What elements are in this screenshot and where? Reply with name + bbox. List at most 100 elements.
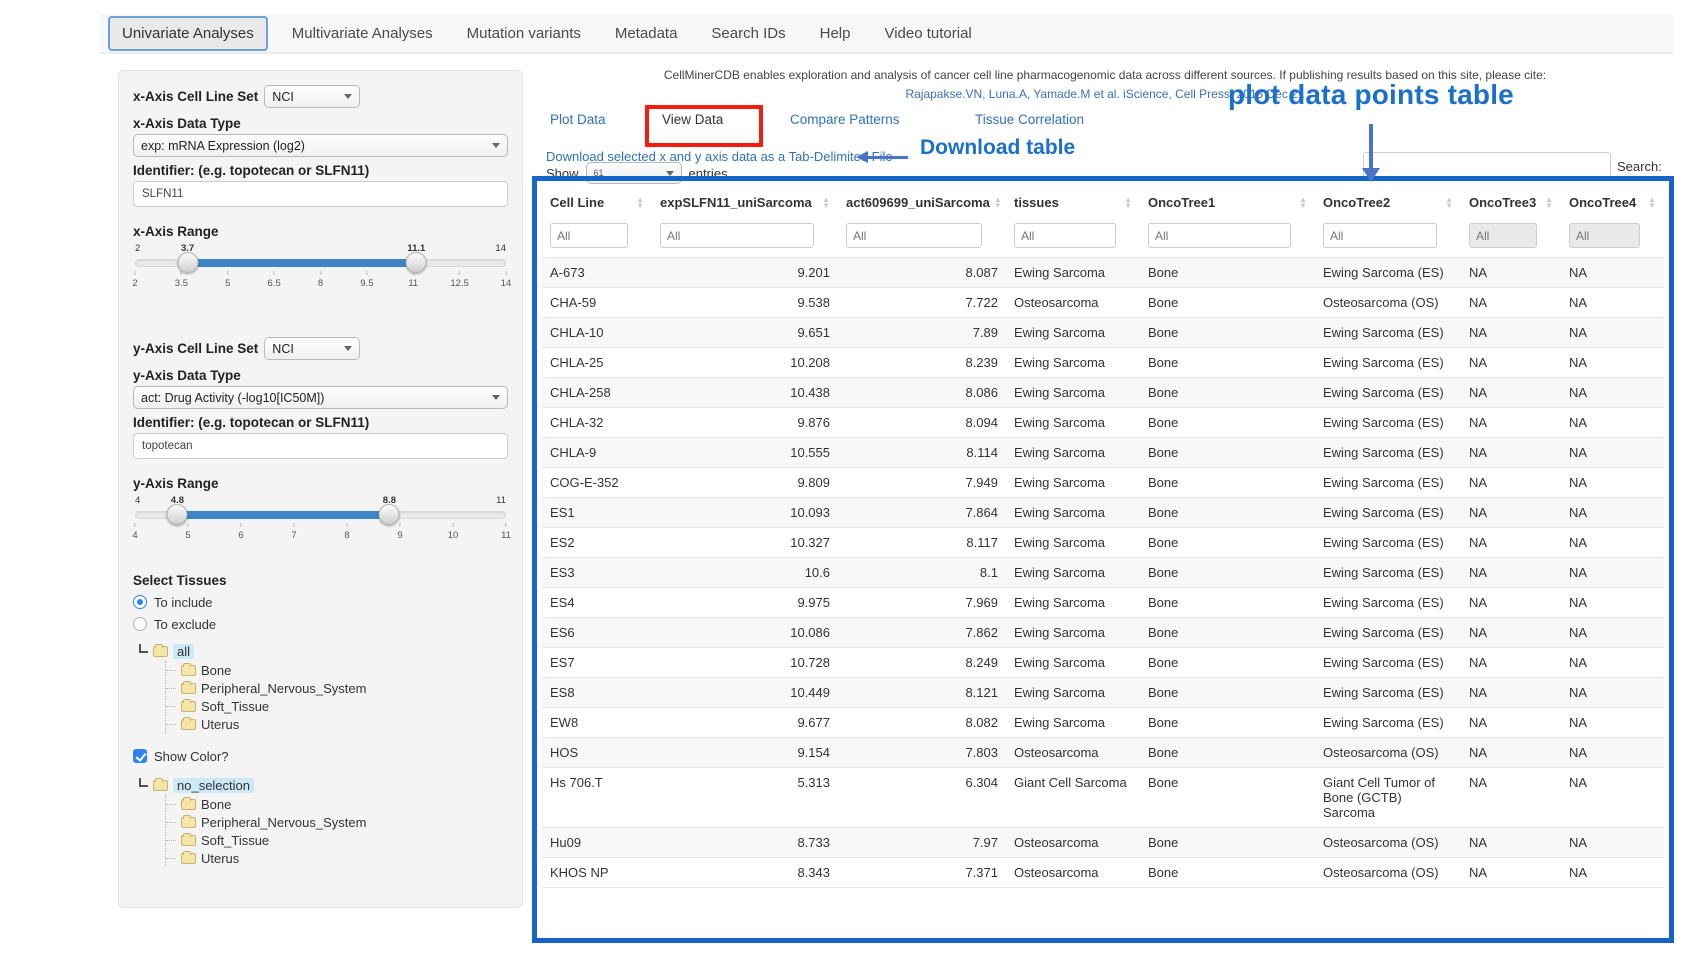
table-cell: 9.876 [652, 408, 838, 438]
table-cell: Ewing Sarcoma (ES) [1315, 558, 1461, 588]
filter-input-act609699_unisarcoma[interactable] [846, 223, 982, 248]
table-cell: Hs 706.T [542, 768, 652, 828]
tree-item-uterus[interactable]: Uterus [166, 849, 508, 867]
search-input[interactable] [1363, 152, 1611, 179]
slider-handle-low[interactable] [177, 252, 198, 273]
table-row: CHLA-329.8768.094Ewing SarcomaBoneEwing … [542, 408, 1664, 438]
folder-icon [181, 701, 196, 712]
sort-icon: ▲▼ [1124, 197, 1132, 209]
column-header-expslfn11_unisarcoma[interactable]: expSLFN11_uniSarcoma▲▼ [652, 186, 838, 218]
column-header-oncotree2[interactable]: OncoTree2▲▼ [1315, 186, 1461, 218]
tree-item-uterus[interactable]: Uterus [166, 715, 508, 733]
table-cell: 7.89 [838, 318, 1006, 348]
tree-root[interactable]: no_selection [139, 775, 508, 795]
filter-input-cell-line[interactable] [550, 223, 628, 248]
tab-plot-data[interactable]: Plot Data [550, 112, 606, 127]
slider-handle-high[interactable] [379, 504, 400, 525]
column-header-oncotree3[interactable]: OncoTree3▲▼ [1461, 186, 1561, 218]
column-header-oncotree1[interactable]: OncoTree1▲▼ [1140, 186, 1315, 218]
y-range-label: y-Axis Range [133, 476, 508, 491]
slider-ticks: 4567891011 [135, 523, 506, 547]
radio-to-include[interactable]: To include [133, 591, 508, 613]
filter-input-expslfn11_unisarcoma[interactable] [660, 223, 814, 248]
filter-input-oncotree2[interactable] [1323, 223, 1437, 248]
tree-item-bone[interactable]: Bone [166, 795, 508, 813]
nav-tab-search-ids[interactable]: Search IDs [701, 17, 795, 50]
slider-handle-low[interactable] [167, 504, 188, 525]
table-cell: Ewing Sarcoma [1006, 498, 1140, 528]
nav-tab-multivariate-analyses[interactable]: Multivariate Analyses [282, 17, 443, 50]
table-cell: Ewing Sarcoma [1006, 348, 1140, 378]
table-cell: 8.343 [652, 858, 838, 888]
table-cell: NA [1561, 858, 1664, 888]
table-cell: KHOS NP [542, 858, 652, 888]
table-cell: Ewing Sarcoma (ES) [1315, 618, 1461, 648]
table-cell: 8.087 [838, 258, 1006, 288]
nav-tab-video-tutorial[interactable]: Video tutorial [874, 17, 981, 50]
nav-tab-mutation-variants[interactable]: Mutation variants [457, 17, 591, 50]
x-axis-set-select[interactable]: NCI [264, 85, 360, 108]
tree-root[interactable]: all [139, 641, 508, 661]
tab-tissue-correlation[interactable]: Tissue Correlation [975, 112, 1084, 127]
column-header-oncotree4[interactable]: OncoTree4▲▼ [1561, 186, 1664, 218]
column-header-tissues[interactable]: tissues▲▼ [1006, 186, 1140, 218]
column-header-cell-line[interactable]: Cell Line▲▼ [542, 186, 652, 218]
table-cell: Ewing Sarcoma (ES) [1315, 258, 1461, 288]
table-cell: NA [1561, 588, 1664, 618]
tree-item-peripheral_nervous_system[interactable]: Peripheral_Nervous_System [166, 679, 508, 697]
y-axis-range-slider[interactable]: 4114.88.84567891011 [135, 495, 506, 553]
tree-item-bone[interactable]: Bone [166, 661, 508, 679]
table-cell: ES8 [542, 678, 652, 708]
nav-tab-metadata[interactable]: Metadata [605, 17, 688, 50]
radio-to-exclude[interactable]: To exclude [133, 613, 508, 635]
y-axis-set-select[interactable]: NCI [264, 337, 360, 360]
tree-expand-icon[interactable] [139, 778, 148, 787]
tree-children: BonePeripheral_Nervous_SystemSoft_Tissue… [165, 795, 508, 867]
filter-input-oncotree1[interactable] [1148, 223, 1291, 248]
x-axis-type-select[interactable]: exp: mRNA Expression (log2) [133, 134, 508, 157]
table-cell: ES6 [542, 618, 652, 648]
table-cell: Bone [1140, 498, 1315, 528]
radio-to-exclude-label: To exclude [154, 617, 216, 632]
x-identifier-input[interactable] [133, 181, 508, 207]
tree-item-peripheral_nervous_system[interactable]: Peripheral_Nervous_System [166, 813, 508, 831]
table-cell: Bone [1140, 708, 1315, 738]
tree-expand-icon[interactable] [139, 644, 148, 653]
folder-icon [181, 817, 196, 828]
slider-tick: 14 [501, 271, 512, 289]
top-navbar: Univariate Analyses Multivariate Analyses… [100, 14, 1673, 54]
entries-select[interactable]: 61 [586, 162, 682, 184]
slider-handle-high[interactable] [406, 252, 427, 273]
plot-data-points-table-annotation: plot data points table [1228, 79, 1514, 111]
show-color-checkbox[interactable]: Show Color? [133, 745, 508, 767]
tree-item-soft_tissue[interactable]: Soft_Tissue [166, 831, 508, 849]
filter-input-tissues[interactable] [1014, 223, 1116, 248]
table-cell: CHA-59 [542, 288, 652, 318]
table-cell: 8.114 [838, 438, 1006, 468]
x-axis-type-value: exp: mRNA Expression (log2) [141, 139, 305, 153]
table-cell: 10.327 [652, 528, 838, 558]
table-cell: Giant Cell Sarcoma [1006, 768, 1140, 828]
table-cell: Bone [1140, 858, 1315, 888]
table-cell: COG-E-352 [542, 468, 652, 498]
radio-icon [133, 617, 147, 631]
table-cell: NA [1461, 678, 1561, 708]
table-row: ES110.0937.864Ewing SarcomaBoneEwing Sar… [542, 498, 1664, 528]
y-axis-type-select[interactable]: act: Drug Activity (-log10[IC50M]) [133, 386, 508, 409]
nav-tab-univariate-analyses[interactable]: Univariate Analyses [108, 16, 268, 51]
tab-view-data[interactable]: View Data [662, 112, 723, 127]
column-header-act609699_unisarcoma[interactable]: act609699_uniSarcoma▲▼ [838, 186, 1006, 218]
slider-tick: 6 [238, 523, 243, 541]
table-cell: NA [1461, 738, 1561, 768]
table-cell: 8.121 [838, 678, 1006, 708]
y-identifier-input[interactable] [133, 433, 508, 459]
tab-compare-patterns[interactable]: Compare Patterns [790, 112, 900, 127]
nav-tab-help[interactable]: Help [810, 17, 861, 50]
x-axis-range-slider[interactable]: 2143.711.123.556.589.51112.514 [135, 243, 506, 301]
sort-icon: ▲▼ [1445, 197, 1453, 209]
slider-tick: 5 [225, 271, 230, 289]
slider-tick: 9.5 [360, 271, 373, 289]
table-cell: 9.677 [652, 708, 838, 738]
tree-item-soft_tissue[interactable]: Soft_Tissue [166, 697, 508, 715]
y-identifier-label: Identifier: (e.g. topotecan or SLFN11) [133, 415, 508, 430]
